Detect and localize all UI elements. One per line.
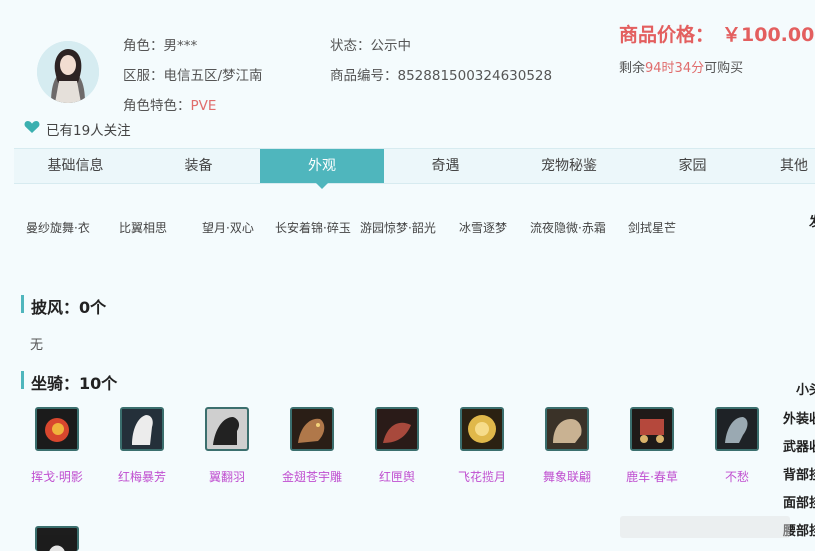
cloak-empty-text: 无	[30, 338, 44, 353]
mount-section-title: 坐骑：10个	[31, 374, 118, 393]
feature-value: PVE	[190, 98, 217, 114]
right-column-item[interactable]: 外装收	[783, 408, 815, 427]
tab-appearance[interactable]: 外观	[260, 149, 384, 189]
phoenix-mount-icon[interactable]	[35, 407, 79, 451]
right-column-item[interactable]: 面部挂	[783, 492, 815, 511]
outfit-item[interactable]: 流夜隐微·赤霜	[530, 219, 606, 236]
price-value: ￥100.00	[722, 24, 815, 46]
product-id-label: 商品编号：	[330, 68, 398, 84]
tab-homeland[interactable]: 家园	[631, 149, 754, 183]
mount-name: 飞花揽月	[457, 470, 506, 484]
feature-label: 角色特色：	[123, 98, 191, 114]
role-label: 角色：	[123, 38, 164, 54]
right-column-item[interactable]: 武器收	[783, 436, 815, 455]
remain-hours: 94时34分	[645, 61, 705, 76]
product-id-row: 商品编号：852881500324630528	[330, 64, 552, 84]
tab-bar: 基础信息 装备 外观 奇遇 宠物秘鉴 家园 其他	[14, 148, 815, 189]
remain-prefix: 剩余	[619, 61, 646, 76]
role-row: 角色：男***	[123, 34, 197, 54]
status-label: 状态：	[330, 38, 371, 54]
status-row: 状态：公示中	[330, 34, 411, 54]
golden-disc-icon[interactable]	[460, 407, 504, 451]
right-column-item[interactable]: 小头	[796, 379, 815, 398]
mount-name: 红梅暴芳	[117, 470, 166, 484]
right-column-item[interactable]: 背部挂	[783, 464, 815, 483]
cloak-section-title: 披风：0个	[31, 298, 107, 317]
tab-basic-info[interactable]: 基础信息	[14, 149, 137, 183]
tab-adventure[interactable]: 奇遇	[384, 149, 507, 183]
right-column-item[interactable]: 发	[809, 211, 815, 230]
follow-count: 已有19人关注	[46, 123, 131, 139]
heart-icon[interactable]	[24, 120, 40, 134]
mount-name: 挥戈·明影	[31, 470, 83, 484]
feature-row: 角色特色：PVE	[123, 94, 216, 114]
price-label: 商品价格：	[619, 24, 715, 46]
mount-name: 金翅苍宇雕	[281, 470, 342, 484]
product-id-value: 852881500324630528	[397, 68, 553, 84]
mount-icon-partial[interactable]	[35, 526, 79, 551]
elephant-icon[interactable]	[545, 407, 589, 451]
server-label: 区服：	[123, 68, 164, 84]
outfit-item[interactable]: 长安着锦·碎玉	[275, 219, 351, 236]
outfit-item[interactable]: 曼纱旋舞·衣	[26, 219, 90, 236]
mount-name: 鹿车·春草	[626, 470, 678, 484]
white-horse-icon[interactable]	[120, 407, 164, 451]
tab-pet-guide[interactable]: 宠物秘鉴	[507, 149, 631, 183]
outfit-item[interactable]: 比翼相思	[119, 219, 167, 236]
status-value: 公示中	[370, 38, 412, 54]
mount-name: 不愁	[724, 470, 749, 484]
black-horse-icon[interactable]	[205, 407, 249, 451]
role-value: 男***	[163, 38, 198, 54]
outfit-item[interactable]: 游园惊梦·韶光	[360, 219, 436, 236]
character-avatar	[37, 41, 99, 103]
outfit-item[interactable]: 望月·双心	[202, 219, 254, 236]
remain-suffix: 可购买	[704, 61, 744, 76]
red-beast-icon[interactable]	[375, 407, 419, 451]
remaining-time: 剩余94时34分可购买	[619, 57, 743, 76]
deer-cart-icon[interactable]	[630, 407, 674, 451]
section-marker	[21, 295, 24, 313]
bird-icon[interactable]	[715, 407, 759, 451]
mount-name: 翼翻羽	[208, 470, 245, 484]
eagle-icon[interactable]	[290, 407, 334, 451]
server-row: 区服：电信五区/梦江南	[123, 64, 263, 84]
mount-name: 舞象联翩	[542, 470, 591, 484]
server-value: 电信五区/梦江南	[163, 68, 263, 84]
overlay-placeholder	[620, 516, 790, 538]
mount-name: 红匣舆	[378, 470, 415, 484]
outfit-item[interactable]: 冰雪逐梦	[459, 219, 507, 236]
tab-other[interactable]: 其他	[754, 149, 815, 183]
section-marker	[21, 371, 24, 389]
tab-equipment[interactable]: 装备	[137, 149, 260, 183]
outfit-item[interactable]: 剑拭星芒	[628, 219, 676, 236]
